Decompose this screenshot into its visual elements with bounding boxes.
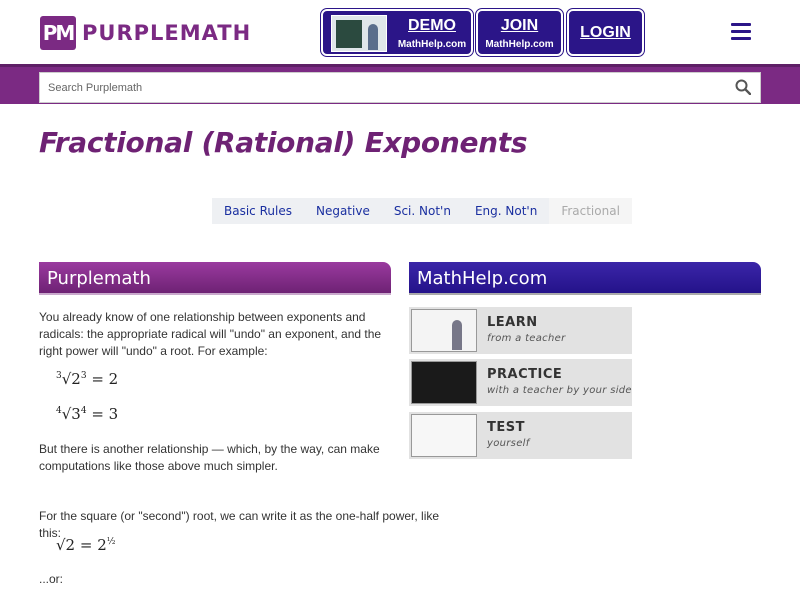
- tab-basic-rules[interactable]: Basic Rules: [212, 198, 304, 224]
- learn-title: LEARN: [487, 315, 538, 330]
- demo-label: DEMO: [408, 17, 456, 34]
- tab-eng-notation[interactable]: Eng. Not'n: [463, 198, 549, 224]
- relationship-paragraph: But there is another relationship — whic…: [39, 442, 380, 473]
- practice-thumbnail: [411, 361, 477, 404]
- topic-tabs: Basic Rules Negative Sci. Not'n Eng. Not…: [212, 198, 632, 224]
- demo-sublabel: MathHelp.com: [397, 39, 467, 50]
- tab-negative[interactable]: Negative: [304, 198, 382, 224]
- logo-text: PURPLEMATH: [82, 21, 252, 45]
- tab-sci-notation[interactable]: Sci. Not'n: [382, 198, 463, 224]
- hamburger-menu-icon[interactable]: [731, 23, 751, 40]
- test-title: TEST: [487, 420, 525, 435]
- equation-cube-root: 3√23 = 2: [56, 370, 119, 388]
- or-paragraph: ...or:: [39, 572, 64, 586]
- join-button[interactable]: JOIN MathHelp.com: [475, 8, 564, 57]
- learn-subtitle: from a teacher: [487, 333, 566, 344]
- test-thumbnail: [411, 414, 477, 457]
- demo-button[interactable]: DEMO MathHelp.com: [320, 8, 474, 57]
- join-sublabel: MathHelp.com: [485, 39, 554, 50]
- search-input[interactable]: [39, 72, 761, 103]
- learn-card[interactable]: LEARN from a teacher: [409, 307, 632, 354]
- top-header: PM PURPLEMATH DEMO MathHelp.com JOIN Mat…: [0, 0, 800, 64]
- equation-square-root: √2 = 2½: [56, 536, 116, 554]
- practice-card[interactable]: PRACTICE with a teacher by your side: [409, 359, 632, 406]
- test-card[interactable]: TEST yourself: [409, 412, 632, 459]
- search-icon[interactable]: [735, 79, 751, 95]
- login-button[interactable]: LOGIN: [566, 8, 645, 57]
- purplemath-logo[interactable]: PM PURPLEMATH: [40, 15, 251, 51]
- page-title: Fractional (Rational) Exponents: [39, 126, 528, 159]
- practice-subtitle: with a teacher by your side: [487, 385, 632, 396]
- purplemath-panel-heading: Purplemath: [39, 262, 391, 295]
- join-label: JOIN: [500, 17, 539, 34]
- practice-title: PRACTICE: [487, 367, 563, 382]
- learn-thumbnail: [411, 309, 477, 352]
- logo-mark: PM: [40, 16, 76, 50]
- mathhelp-panel-heading: MathHelp.com: [409, 262, 761, 295]
- tab-fractional: Fractional: [549, 198, 632, 224]
- search-bar: [0, 64, 800, 104]
- equation-fourth-root: 4√34 = 3: [56, 405, 119, 423]
- test-subtitle: yourself: [487, 438, 530, 449]
- demo-thumbnail: [331, 15, 387, 52]
- login-label: LOGIN: [580, 24, 631, 41]
- intro-paragraph: You already know of one relationship bet…: [39, 310, 382, 358]
